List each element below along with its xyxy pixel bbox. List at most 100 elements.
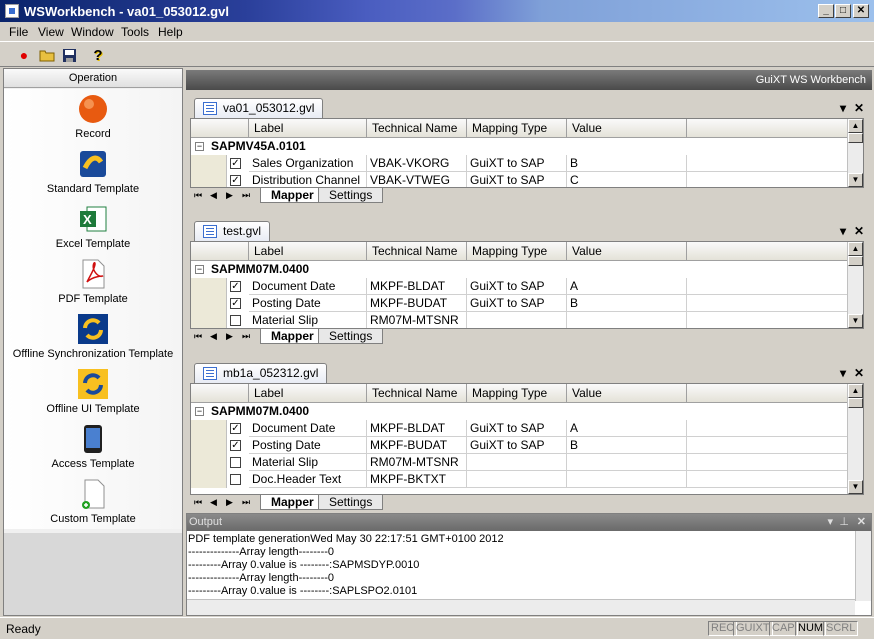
scroll-up-icon[interactable]: ▲ (848, 119, 863, 133)
help-icon[interactable]: ? (88, 45, 108, 65)
first-sheet-icon[interactable]: ⏮ (194, 497, 202, 508)
minimize-button[interactable]: _ (818, 4, 834, 18)
output-close-icon[interactable]: ✕ (857, 514, 866, 531)
cell-label[interactable]: Document Date (249, 278, 367, 295)
row-checkbox[interactable]: ✓ (230, 158, 241, 169)
next-sheet-icon[interactable]: ▶ (226, 331, 233, 342)
group-row[interactable]: − SAPMM07M.0400 (191, 261, 849, 278)
prev-sheet-icon[interactable]: ◀ (210, 331, 217, 342)
cell-mapping-type[interactable]: GuiXT to SAP (467, 278, 567, 295)
table-row[interactable]: Material Slip RM07M-MTSNR (191, 312, 849, 328)
next-sheet-icon[interactable]: ▶ (226, 190, 233, 201)
table-row[interactable]: ✓ Document Date MKPF-BLDAT GuiXT to SAP A (191, 420, 849, 437)
cell-label[interactable]: Sales Organization (249, 155, 367, 172)
cell-label[interactable]: Posting Date (249, 437, 367, 454)
sheet-tab-settings[interactable]: Settings (318, 495, 384, 510)
last-sheet-icon[interactable]: ⏭ (242, 497, 250, 508)
op-standard-template[interactable]: Standard Template (4, 144, 182, 199)
sheet-tab-mapper[interactable]: Mapper (260, 495, 325, 510)
op-excel-template[interactable]: X Excel Template (4, 199, 182, 254)
column-header[interactable]: Mapping Type (467, 242, 567, 261)
sheet-tab-settings[interactable]: Settings (318, 329, 384, 344)
column-header[interactable]: Technical Name (367, 242, 467, 261)
cell-technical-name[interactable]: MKPF-BLDAT (367, 278, 467, 295)
next-sheet-icon[interactable]: ▶ (226, 497, 233, 508)
sheet-tab-settings[interactable]: Settings (318, 188, 384, 203)
scroll-thumb[interactable] (848, 256, 863, 266)
output-vertical-scrollbar[interactable] (855, 531, 871, 601)
collapse-icon[interactable]: − (195, 265, 204, 274)
row-checkbox[interactable]: ✓ (230, 440, 241, 451)
cell-technical-name[interactable]: MKPF-BUDAT (367, 295, 467, 312)
table-row[interactable]: ✓ Posting Date MKPF-BUDAT GuiXT to SAP B (191, 437, 849, 454)
maximize-button[interactable]: □ (835, 4, 851, 18)
column-header[interactable]: Mapping Type (467, 384, 567, 403)
cell-value[interactable] (567, 312, 687, 328)
doc-close-icon[interactable]: ✕ (854, 101, 864, 115)
grid-vertical-scrollbar[interactable]: ▲ ▼ (847, 242, 863, 328)
cell-label[interactable]: Distribution Channel (249, 172, 367, 187)
cell-value[interactable]: B (567, 155, 687, 172)
op-offline-ui-template[interactable]: Offline UI Template (4, 364, 182, 419)
cell-mapping-type[interactable]: GuiXT to SAP (467, 172, 567, 187)
row-checkbox[interactable] (230, 474, 241, 485)
prev-sheet-icon[interactable]: ◀ (210, 190, 217, 201)
cell-value[interactable]: A (567, 278, 687, 295)
cell-technical-name[interactable]: MKPF-BUDAT (367, 437, 467, 454)
column-header[interactable]: Label (249, 242, 367, 261)
doc-menu-icon[interactable]: ▾ (840, 101, 846, 115)
row-checkbox[interactable]: ✓ (230, 298, 241, 309)
cell-label[interactable]: Doc.Header Text (249, 471, 367, 488)
record-icon[interactable]: ● (14, 45, 34, 65)
cell-technical-name[interactable]: VBAK-VTWEG (367, 172, 467, 187)
table-row[interactable]: ✓ Posting Date MKPF-BUDAT GuiXT to SAP B (191, 295, 849, 312)
doc-tab[interactable]: test.gvl (194, 221, 271, 241)
table-row[interactable]: ✓ Document Date MKPF-BLDAT GuiXT to SAP A (191, 278, 849, 295)
column-header[interactable]: Label (249, 384, 367, 403)
collapse-icon[interactable]: − (195, 142, 204, 151)
row-checkbox[interactable]: ✓ (230, 423, 241, 434)
op-offline-sync-template[interactable]: Offline Synchronization Template (4, 309, 182, 364)
op-access-template[interactable]: Access Template (4, 419, 182, 474)
cell-technical-name[interactable]: RM07M-MTSNR (367, 454, 467, 471)
op-pdf-template[interactable]: PDF Template (4, 254, 182, 309)
cell-value[interactable]: A (567, 420, 687, 437)
cell-label[interactable]: Material Slip (249, 454, 367, 471)
cell-value[interactable] (567, 454, 687, 471)
cell-value[interactable]: C (567, 172, 687, 187)
cell-label[interactable]: Document Date (249, 420, 367, 437)
doc-menu-icon[interactable]: ▾ (840, 366, 846, 380)
group-row[interactable]: − SAPMM07M.0400 (191, 403, 849, 420)
cell-label[interactable]: Posting Date (249, 295, 367, 312)
scroll-down-icon[interactable]: ▼ (848, 173, 863, 187)
menu-help[interactable]: Help (158, 25, 183, 39)
column-header[interactable]: Mapping Type (467, 119, 567, 138)
menu-window[interactable]: Window (71, 25, 114, 39)
column-header[interactable]: Value (567, 384, 687, 403)
cell-value[interactable]: B (567, 295, 687, 312)
table-row[interactable]: ✓ Distribution Channel VBAK-VTWEG GuiXT to … (191, 172, 849, 187)
table-row[interactable]: Doc.Header Text MKPF-BKTXT (191, 471, 849, 488)
cell-technical-name[interactable]: VBAK-VKORG (367, 155, 467, 172)
row-checkbox[interactable]: ✓ (230, 175, 241, 186)
cell-mapping-type[interactable]: GuiXT to SAP (467, 437, 567, 454)
grid-vertical-scrollbar[interactable]: ▲ ▼ (847, 384, 863, 494)
doc-close-icon[interactable]: ✕ (854, 366, 864, 380)
output-pin-icon[interactable]: ⊥ (839, 514, 849, 531)
grid-vertical-scrollbar[interactable]: ▲ ▼ (847, 119, 863, 187)
scroll-thumb[interactable] (848, 133, 863, 143)
cell-mapping-type[interactable]: GuiXT to SAP (467, 420, 567, 437)
prev-sheet-icon[interactable]: ◀ (210, 497, 217, 508)
column-header[interactable]: Technical Name (367, 119, 467, 138)
cell-value[interactable]: B (567, 437, 687, 454)
row-checkbox[interactable]: ✓ (230, 281, 241, 292)
doc-tab[interactable]: va01_053012.gvl (194, 98, 324, 118)
output-menu-icon[interactable]: ▾ (827, 514, 833, 531)
cell-mapping-type[interactable] (467, 454, 567, 471)
cell-technical-name[interactable]: MKPF-BKTXT (367, 471, 467, 488)
first-sheet-icon[interactable]: ⏮ (194, 190, 202, 201)
op-custom-template[interactable]: Custom Template (4, 474, 182, 529)
menu-view[interactable]: View (38, 25, 64, 39)
cell-label[interactable]: Material Slip (249, 312, 367, 328)
close-button[interactable]: ✕ (853, 4, 869, 18)
